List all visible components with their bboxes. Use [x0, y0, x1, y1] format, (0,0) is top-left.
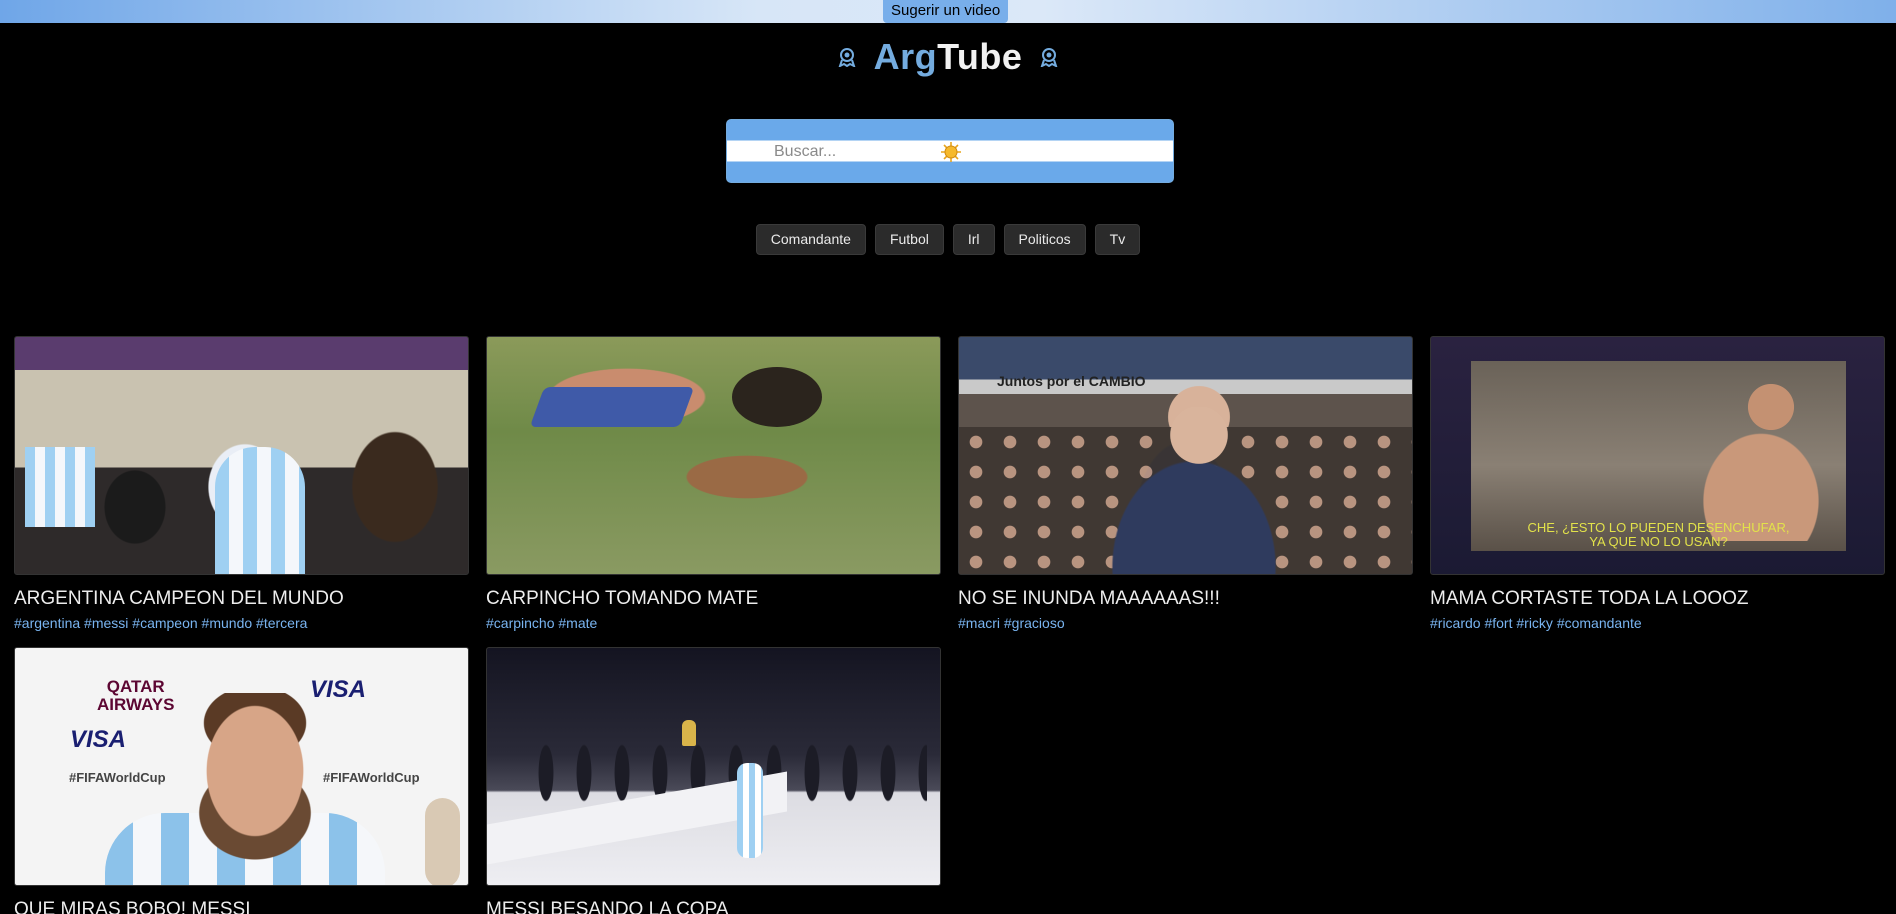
category-comandante-button[interactable]: Comandante [755, 224, 866, 255]
video-thumbnail[interactable]: Juntos por el CAMBIO [958, 336, 1413, 575]
category-futbol-button[interactable]: Futbol [874, 224, 944, 255]
site-header: ArgTube [0, 36, 1896, 84]
category-tv-button[interactable]: Tv [1094, 224, 1141, 255]
search-bar [726, 119, 1174, 183]
video-title[interactable]: NO SE INUNDA MAAAAAAS!!! [958, 588, 1413, 610]
video-card[interactable]: ARGENTINA CAMPEON DEL MUNDO #argentina #… [14, 336, 469, 647]
video-title[interactable]: ARGENTINA CAMPEON DEL MUNDO [14, 588, 469, 610]
thumbnail-subtitle: CHE, ¿ESTO LO PUEDEN DESENCHUFAR, YA QUE… [1471, 521, 1846, 549]
video-thumbnail[interactable] [486, 336, 941, 575]
search-input[interactable] [727, 141, 1173, 163]
suggest-video-button[interactable]: Sugerir un video [883, 0, 1009, 23]
thumbnail-banner-text: Juntos por el CAMBIO [997, 373, 1146, 389]
video-grid: ARGENTINA CAMPEON DEL MUNDO #argentina #… [14, 336, 1885, 914]
video-card[interactable]: CARPINCHO TOMANDO MATE #carpincho #mate [486, 336, 941, 647]
site-logo[interactable]: ArgTube [874, 36, 1023, 78]
video-tags[interactable]: #carpincho #mate [486, 615, 941, 631]
top-banner: Sugerir un video [0, 0, 1896, 23]
category-filters: Comandante Futbol Irl Politicos Tv [0, 224, 1896, 255]
video-card[interactable]: QATAR AIRWAYS VISA VISA #FIFAWorldCup #F… [14, 647, 469, 914]
video-card[interactable]: MESSI BESANDO LA COPA [486, 647, 941, 914]
sun-of-may-icon [838, 47, 856, 67]
video-title[interactable]: CARPINCHO TOMANDO MATE [486, 588, 941, 610]
sun-of-may-icon [1040, 47, 1058, 67]
category-irl-button[interactable]: Irl [952, 224, 995, 255]
video-title[interactable]: MAMA CORTASTE TODA LA LOOOZ [1430, 588, 1885, 610]
video-card[interactable]: CHE, ¿ESTO LO PUEDEN DESENCHUFAR, YA QUE… [1430, 336, 1885, 647]
video-tags[interactable]: #argentina #messi #campeon #mundo #terce… [14, 615, 469, 631]
thumbnail-subtitle-line: YA QUE NO LO USAN? [1589, 534, 1728, 549]
brand-part-tube: Tube [937, 36, 1023, 77]
thumbnail-subtitle-line: CHE, ¿ESTO LO PUEDEN DESENCHUFAR, [1527, 520, 1790, 535]
category-politicos-button[interactable]: Politicos [1003, 224, 1086, 255]
video-thumbnail[interactable] [486, 647, 941, 886]
video-tags[interactable]: #ricardo #fort #ricky #comandante [1430, 615, 1885, 631]
video-title[interactable]: QUE MIRAS BOBO! MESSI [14, 899, 469, 914]
thumbnail-sponsor-text: #FIFAWorldCup [69, 770, 166, 785]
video-thumbnail[interactable]: QATAR AIRWAYS VISA VISA #FIFAWorldCup #F… [14, 647, 469, 886]
brand-part-arg: Arg [873, 36, 938, 77]
thumbnail-sponsor-text: VISA [70, 726, 127, 753]
video-thumbnail[interactable] [14, 336, 469, 575]
video-card[interactable]: Juntos por el CAMBIO NO SE INUNDA MAAAAA… [958, 336, 1413, 647]
video-title[interactable]: MESSI BESANDO LA COPA [486, 899, 941, 914]
video-tags[interactable]: #macri #gracioso [958, 615, 1413, 631]
video-thumbnail[interactable]: CHE, ¿ESTO LO PUEDEN DESENCHUFAR, YA QUE… [1430, 336, 1885, 575]
